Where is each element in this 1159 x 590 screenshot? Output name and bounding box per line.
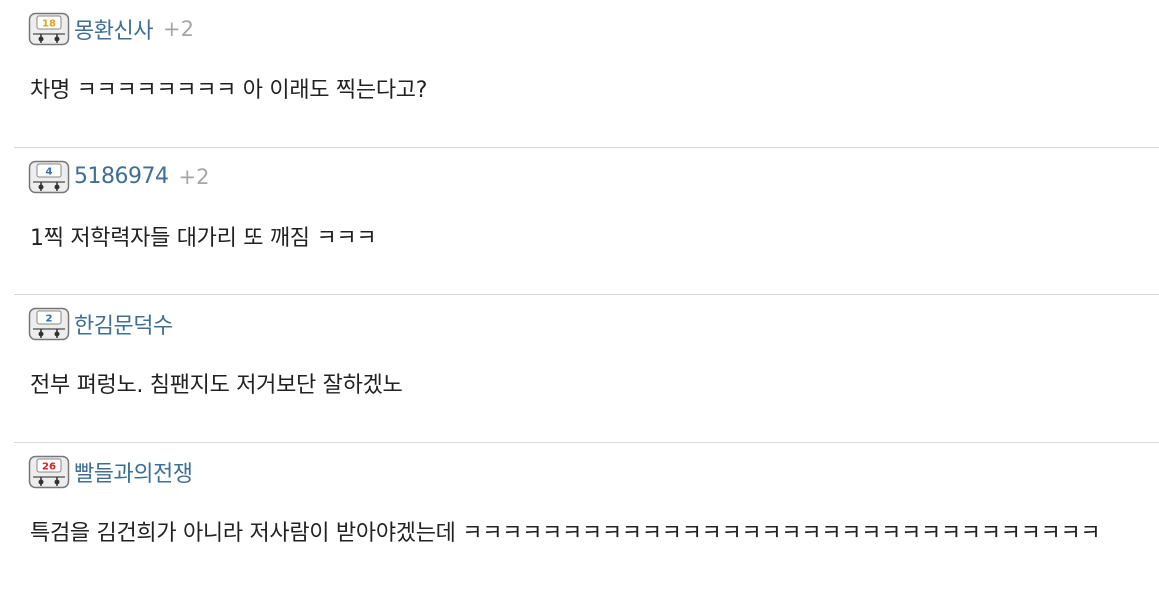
level-number: 4 xyxy=(46,166,53,177)
level-number: 18 xyxy=(42,19,56,30)
comment-text: 1찍 저학력자들 대가리 또 깨짐 ㅋㅋㅋ xyxy=(30,220,376,252)
comment-author[interactable]: 빨들과의전쟁 xyxy=(74,456,192,488)
level-badge-icon: 4 xyxy=(28,160,70,194)
like-count: +2 xyxy=(163,17,194,41)
comment-header: 2 한김문덕수 xyxy=(28,307,183,341)
level-badge-icon: 26 xyxy=(28,455,70,489)
comment-list: 18 몽환신사 +2 차명 ㅋㅋㅋㅋㅋㅋㅋㅋ 아 이래도 찍는다고? 4 xyxy=(0,0,1159,590)
comment-item: 4 5186974 +2 1찍 저학력자들 대가리 또 깨짐 ㅋㅋㅋ xyxy=(14,148,1159,296)
comment-header: 4 5186974 +2 xyxy=(28,160,209,194)
level-number: 2 xyxy=(46,314,53,325)
comment-text: 특검을 김건희가 아니라 저사람이 받아야겠는데 ㅋㅋㅋㅋㅋㅋㅋㅋㅋㅋㅋㅋㅋㅋㅋ… xyxy=(30,515,1100,547)
comment-header: 26 빨들과의전쟁 xyxy=(28,455,202,489)
comment-author[interactable]: 몽환신사 xyxy=(74,13,153,45)
comment-author[interactable]: 5186974 xyxy=(74,164,168,189)
comment-header: 18 몽환신사 +2 xyxy=(28,12,194,46)
comment-item: 26 빨들과의전쟁 특검을 김건희가 아니라 저사람이 받아야겠는데 ㅋㅋㅋㅋㅋ… xyxy=(14,443,1159,590)
comment-author[interactable]: 한김문덕수 xyxy=(74,308,173,340)
like-count: +2 xyxy=(178,165,209,189)
level-number: 26 xyxy=(42,461,56,472)
comment-text: 전부 펴렁노. 침팬지도 저거보단 잘하겠노 xyxy=(30,367,402,399)
level-badge-icon: 18 xyxy=(28,12,70,46)
comment-item: 18 몽환신사 +2 차명 ㅋㅋㅋㅋㅋㅋㅋㅋ 아 이래도 찍는다고? xyxy=(14,0,1159,148)
comment-text: 차명 ㅋㅋㅋㅋㅋㅋㅋㅋ 아 이래도 찍는다고? xyxy=(30,72,427,104)
level-badge-icon: 2 xyxy=(28,307,70,341)
comment-item: 2 한김문덕수 전부 펴렁노. 침팬지도 저거보단 잘하겠노 xyxy=(14,295,1159,443)
